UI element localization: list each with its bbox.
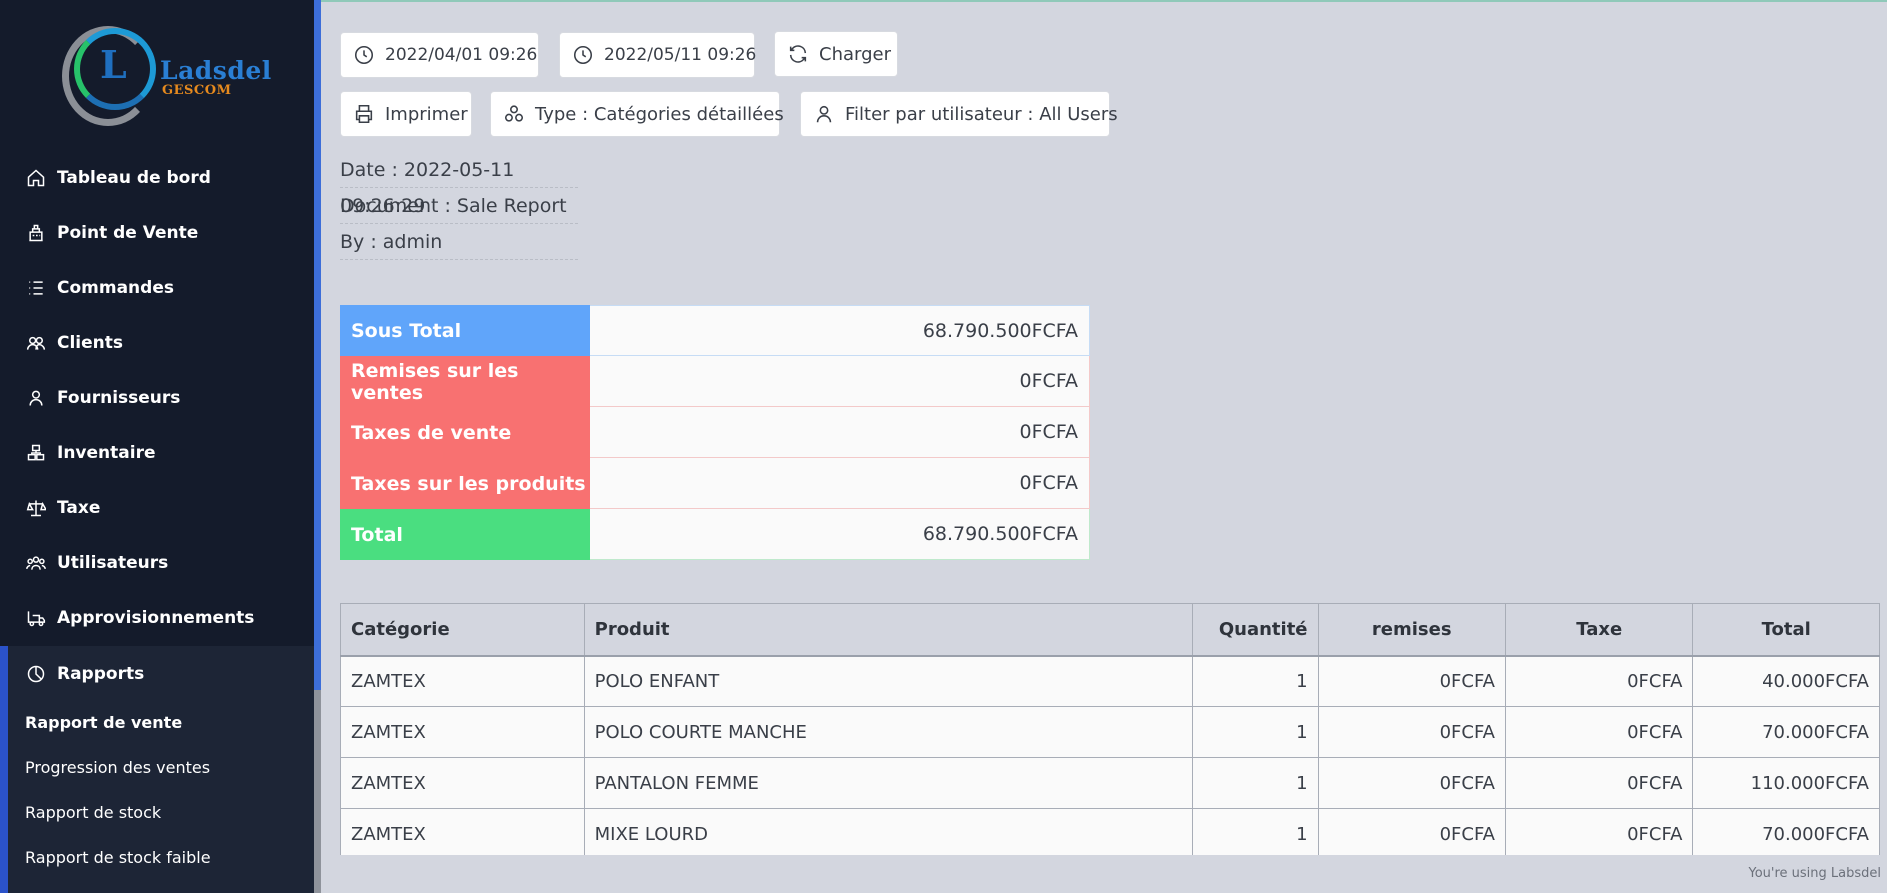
cell-quantity: 1 [1192, 655, 1319, 707]
clock-icon [354, 45, 374, 65]
cell-product: PANTALON FEMME [583, 757, 1194, 809]
sidebar: L Ladsdel GESCOM Tableau de bord Point d… [0, 0, 317, 893]
cell-tax: 0FCFA [1504, 808, 1694, 855]
cell-product: MIXE LOURD [583, 808, 1194, 855]
print-button[interactable]: Imprimer [340, 91, 472, 137]
user-icon [816, 105, 832, 123]
clock-icon [573, 45, 593, 65]
sidebar-item-clients[interactable]: Clients [0, 315, 314, 370]
table-row: ZAMTEX POLO COURTE MANCHE 1 0FCFA 0FCFA … [340, 706, 1880, 758]
group-icon [25, 552, 47, 574]
load-button[interactable]: Charger [774, 31, 898, 77]
summary-value: 68.790.500FCFA [590, 509, 1090, 560]
logo-subtitle: GESCOM [162, 83, 232, 98]
cell-discounts: 0FCFA [1317, 757, 1507, 809]
table-row: ZAMTEX POLO ENFANT 1 0FCFA 0FCFA 40.000F… [340, 655, 1880, 707]
sidebar-subitem-sale-report[interactable]: Rapport de vente [25, 713, 182, 732]
sidebar-item-reports[interactable]: Rapports [0, 646, 314, 701]
sidebar-item-supplies[interactable]: Approvisionnements [0, 590, 314, 645]
summary-value: 0FCFA [590, 356, 1090, 407]
summary-row-subtotal: Sous Total 68.790.500FCFA [340, 305, 1090, 356]
summary-value: 0FCFA [590, 458, 1090, 509]
sidebar-item-tax[interactable]: Taxe [0, 480, 314, 535]
start-date-button[interactable]: 2022/04/01 09:26 [340, 32, 539, 78]
refresh-icon [789, 45, 807, 63]
sidebar-item-pos[interactable]: Point de Vente [0, 205, 314, 260]
boxes-icon [25, 442, 47, 464]
cell-category: ZAMTEX [340, 655, 585, 707]
report-date: Date : 2022-05-11 09:26:29 [340, 152, 578, 217]
user-filter-selector[interactable]: Filter par utilisateur : All Users [800, 91, 1118, 137]
sales-table-container[interactable]: Catégorie Produit Quantité remises Taxe … [340, 603, 1887, 855]
cell-total: 110.000FCFA [1692, 757, 1880, 809]
summary-label: Remises sur les ventes [340, 356, 590, 407]
summary-label: Total [340, 509, 590, 560]
cell-discounts: 0FCFA [1317, 808, 1507, 855]
printer-icon [355, 104, 373, 124]
sidebar-subitem-low-stock-report[interactable]: Rapport de stock faible [25, 848, 211, 867]
sidebar-subitem-sales-progress[interactable]: Progression des ventes [25, 758, 210, 777]
list-icon [25, 277, 47, 299]
column-header-tax[interactable]: Taxe [1504, 603, 1694, 657]
sidebar-item-suppliers[interactable]: Fournisseurs [0, 370, 314, 425]
summary-row-product-tax: Taxes sur les produits 0FCFA [340, 458, 1090, 509]
column-header-discounts[interactable]: remises [1317, 603, 1507, 657]
cell-total: 40.000FCFA [1692, 655, 1880, 707]
cell-total: 70.000FCFA [1692, 706, 1880, 758]
cell-quantity: 1 [1192, 808, 1319, 855]
table-header-row: Catégorie Produit Quantité remises Taxe … [340, 603, 1880, 657]
sidebar-scrollbar[interactable] [314, 0, 321, 690]
cell-product: POLO COURTE MANCHE [583, 706, 1194, 758]
column-header-product[interactable]: Produit [583, 603, 1194, 657]
cell-quantity: 1 [1192, 706, 1319, 758]
table-row: ZAMTEX MIXE LOURD 1 0FCFA 0FCFA 70.000FC… [340, 808, 1880, 855]
cell-product: POLO ENFANT [583, 655, 1194, 707]
column-header-category[interactable]: Catégorie [340, 603, 585, 657]
column-header-quantity[interactable]: Quantité [1192, 603, 1319, 657]
column-header-total[interactable]: Total [1692, 603, 1880, 657]
report-author: By : admin [340, 224, 578, 260]
sidebar-item-inventory[interactable]: Inventaire [0, 425, 314, 480]
app-logo[interactable]: L Ladsdel GESCOM [62, 26, 272, 131]
summary-label: Taxes sur les produits [340, 458, 590, 509]
shapes-icon [504, 105, 524, 122]
cash-register-icon [25, 222, 47, 244]
home-icon [25, 167, 47, 189]
logo-letter: L [100, 42, 127, 87]
summary-label: Taxes de vente [340, 407, 590, 458]
user-icon [25, 387, 47, 409]
summary-row-discounts: Remises sur les ventes 0FCFA [340, 356, 1090, 407]
logo-name: Ladsdel [160, 56, 272, 85]
cell-discounts: 0FCFA [1317, 706, 1507, 758]
pie-chart-icon [25, 663, 47, 685]
cell-quantity: 1 [1192, 757, 1319, 809]
truck-icon [25, 607, 47, 629]
footer-note: You're using Labsdel [1748, 866, 1881, 881]
summary-row-sales-tax: Taxes de vente 0FCFA [340, 407, 1090, 458]
sidebar-item-dashboard[interactable]: Tableau de bord [0, 150, 314, 205]
summary-label: Sous Total [340, 305, 590, 356]
sidebar-subitem-stock-report[interactable]: Rapport de stock [25, 803, 161, 822]
cell-category: ZAMTEX [340, 757, 585, 809]
report-document: Document : Sale Report [340, 188, 578, 224]
summary-table: Sous Total 68.790.500FCFA Remises sur le… [340, 305, 1090, 560]
cell-category: ZAMTEX [340, 706, 585, 758]
sales-table: Catégorie Produit Quantité remises Taxe … [340, 603, 1880, 855]
type-selector[interactable]: Type : Catégories détaillées [490, 91, 784, 137]
summary-row-total: Total 68.790.500FCFA [340, 509, 1090, 560]
sidebar-item-users[interactable]: Utilisateurs [0, 535, 314, 590]
cell-tax: 0FCFA [1504, 757, 1694, 809]
table-row: ZAMTEX PANTALON FEMME 1 0FCFA 0FCFA 110.… [340, 757, 1880, 809]
end-date-button[interactable]: 2022/05/11 09:26 [559, 32, 756, 78]
summary-value: 0FCFA [590, 407, 1090, 458]
scale-icon [25, 497, 47, 519]
cell-total: 70.000FCFA [1692, 808, 1880, 855]
cell-discounts: 0FCFA [1317, 655, 1507, 707]
cell-tax: 0FCFA [1504, 655, 1694, 707]
cell-category: ZAMTEX [340, 808, 585, 855]
summary-value: 68.790.500FCFA [590, 305, 1090, 356]
sidebar-item-orders[interactable]: Commandes [0, 260, 314, 315]
cell-tax: 0FCFA [1504, 706, 1694, 758]
users-icon [25, 332, 47, 354]
